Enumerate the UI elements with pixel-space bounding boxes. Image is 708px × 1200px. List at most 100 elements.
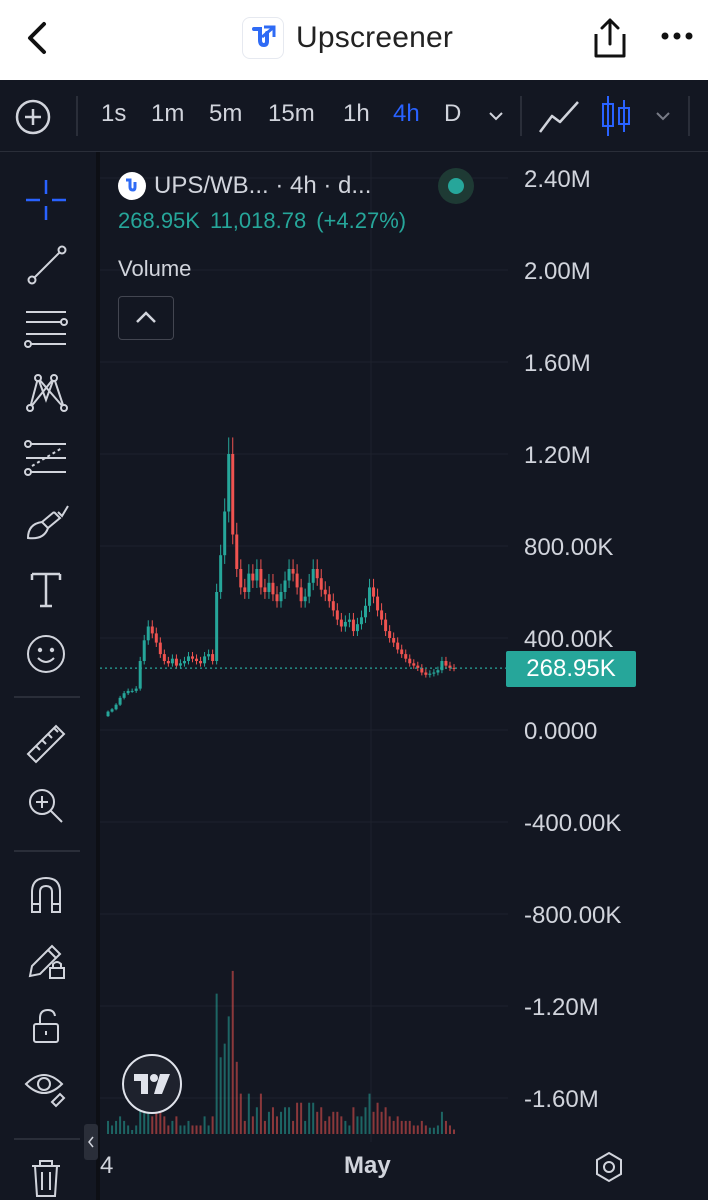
volume-bar <box>328 1116 331 1134</box>
volume-bar <box>340 1116 343 1134</box>
volume-bar <box>255 1107 258 1134</box>
volume-bar <box>211 1116 214 1134</box>
candle-body <box>412 663 416 666</box>
candlestick-chart-type-button[interactable] <box>600 92 632 140</box>
timeframe-dropdown[interactable] <box>484 104 508 128</box>
volume-bar <box>356 1116 359 1134</box>
crosshair-tool[interactable] <box>18 172 74 228</box>
zoom-in-tool[interactable] <box>18 778 74 834</box>
chevron-left-icon <box>28 22 46 54</box>
lock-drawing-tool[interactable] <box>18 932 74 988</box>
volume-bar <box>368 1093 371 1134</box>
more-button[interactable] <box>660 22 696 50</box>
trash-tool[interactable] <box>18 1150 74 1200</box>
indicator-label[interactable]: Volume <box>118 256 191 282</box>
chart-type-dropdown[interactable] <box>651 104 675 128</box>
candle-body <box>162 654 166 661</box>
volume-bar <box>235 1061 238 1134</box>
toolbar-divider <box>76 96 78 136</box>
volume-bar <box>400 1120 403 1134</box>
timeframe-1h[interactable]: 1h <box>343 100 370 128</box>
line-chart-type-button[interactable] <box>538 96 582 136</box>
lock-all-tool[interactable] <box>18 998 74 1054</box>
timeframe-1m[interactable]: 1m <box>151 100 184 128</box>
brush-icon <box>26 505 69 540</box>
volume-bar <box>219 1057 222 1134</box>
magnet-tool[interactable] <box>18 866 74 922</box>
app-title: Upscreener <box>296 21 454 54</box>
market-open-dot-icon <box>448 178 464 194</box>
unlock-icon <box>33 1008 59 1043</box>
trend-line-tool[interactable] <box>18 236 74 292</box>
candle-body <box>287 569 291 581</box>
volume-bar <box>396 1116 399 1134</box>
text-tool[interactable] <box>18 560 74 616</box>
candle-body <box>219 555 223 592</box>
tradingview-logo[interactable] <box>122 1054 182 1114</box>
candle-body <box>311 569 315 583</box>
plus-circle-icon <box>15 99 51 135</box>
volume-bar <box>336 1111 339 1134</box>
hide-drawings-tool[interactable] <box>18 1058 74 1114</box>
toolbar-divider <box>688 96 690 136</box>
ruler-tool[interactable] <box>18 716 74 772</box>
crosshair-icon <box>26 180 66 220</box>
chevron-down-icon <box>656 112 670 121</box>
volume-bar <box>151 1116 154 1134</box>
candle-body <box>227 454 231 512</box>
market-status[interactable] <box>438 168 474 204</box>
more-horizontal-icon <box>661 32 693 40</box>
volume-bar <box>275 1116 278 1134</box>
timeframe-1s[interactable]: 1s <box>101 100 126 128</box>
candle-body <box>182 661 186 664</box>
volume-bar <box>436 1125 439 1134</box>
timeframe-5m[interactable]: 5m <box>209 100 242 128</box>
timeframe-toolbar: 1s 1m 5m 15m 1h 4h D <box>0 80 708 152</box>
candle-body <box>126 690 130 694</box>
volume-bar <box>119 1116 122 1134</box>
forecast-tool[interactable] <box>18 430 74 486</box>
y-axis-label: 1.20M <box>524 442 591 469</box>
emoji-tool[interactable] <box>18 626 74 682</box>
timeframe-15m[interactable]: 15m <box>268 100 315 128</box>
volume-bar <box>259 1093 262 1134</box>
collapse-legend-button[interactable] <box>118 296 174 340</box>
y-axis-label: -400.00K <box>524 810 622 837</box>
share-button[interactable] <box>588 14 632 62</box>
candle-body <box>351 619 355 632</box>
candle-body <box>432 672 436 674</box>
volume-bar <box>111 1125 114 1134</box>
volume-bar <box>316 1111 319 1134</box>
volume-bar <box>280 1111 283 1134</box>
candle-body <box>363 605 367 618</box>
collapse-sidebar-button[interactable] <box>84 1124 98 1160</box>
candle-body <box>315 569 319 579</box>
fib-retracement-tool[interactable] <box>18 300 74 356</box>
symbol-title[interactable]: UPS/WB... · 4h · d... <box>154 172 371 200</box>
back-button[interactable] <box>18 18 58 58</box>
add-symbol-button[interactable] <box>14 98 52 136</box>
candle-body <box>335 610 339 620</box>
volume-bar <box>267 1111 270 1134</box>
timeframe-4h[interactable]: 4h <box>393 100 420 128</box>
volume-bar <box>416 1125 419 1134</box>
candle-body <box>303 596 307 602</box>
timeframe-d[interactable]: D <box>444 100 461 128</box>
volume-bar <box>424 1125 427 1134</box>
candle-body <box>436 670 440 673</box>
chart-settings-button[interactable] <box>592 1150 626 1184</box>
candle-body <box>263 587 267 592</box>
pattern-tool[interactable] <box>18 364 74 420</box>
volume-bar <box>199 1125 202 1134</box>
brush-tool[interactable] <box>18 496 74 552</box>
y-axis-label: 400.00K <box>524 626 614 653</box>
candle-body <box>255 569 259 581</box>
trend-line-icon <box>27 245 67 285</box>
eye-icon <box>24 1074 66 1108</box>
volume-bar <box>263 1120 266 1134</box>
candle-body <box>259 569 263 588</box>
volume-bar <box>175 1116 178 1134</box>
volume-bar <box>388 1116 391 1134</box>
volume-bar <box>392 1120 395 1134</box>
candle-body <box>275 594 279 602</box>
